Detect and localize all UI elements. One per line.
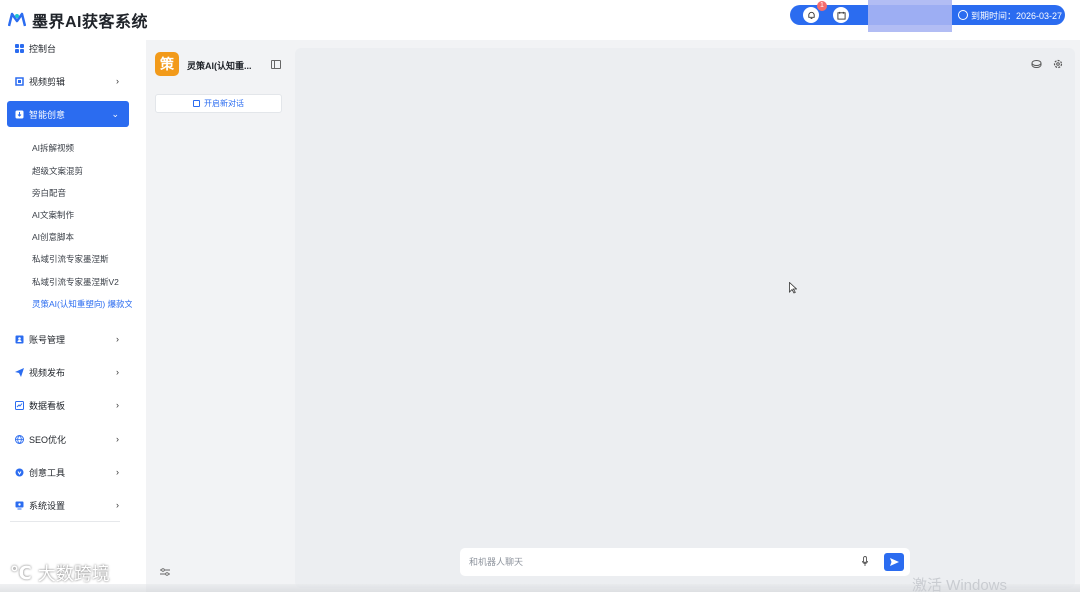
chat-input[interactable] — [469, 557, 849, 567]
bot-avatar: 策 — [155, 52, 179, 76]
calendar-icon — [836, 11, 846, 20]
new-chat-label: 开启新对话 — [204, 99, 244, 108]
sidebar-item-label: 系统设置 — [29, 500, 66, 511]
submenu-item[interactable]: 私域引流专家墨涅斯V2 — [32, 276, 132, 288]
submenu-item[interactable]: 私域引流专家墨涅斯 — [32, 253, 132, 265]
download-box-icon — [15, 110, 24, 119]
submenu-item[interactable]: AI拆解视频 — [32, 142, 132, 154]
grid-icon — [15, 43, 24, 53]
chevron-right-icon: › — [116, 467, 119, 477]
logo-icon — [8, 12, 26, 27]
notification-button[interactable] — [803, 7, 819, 23]
sidebar-item-data-board[interactable]: 数据看板 › — [7, 392, 129, 418]
watermark-text: 大数跨境 — [37, 564, 110, 584]
submenu-item[interactable]: 旁白配音 — [32, 187, 132, 199]
monitor-icon — [15, 501, 24, 510]
user-avatar-area[interactable] — [868, 0, 952, 32]
settings-sliders-icon[interactable] — [160, 568, 170, 579]
submenu-item[interactable]: AI创意脚本 — [32, 231, 132, 243]
chevron-right-icon: › — [116, 400, 119, 410]
sidebar-item-label: SEO优化 — [29, 434, 67, 445]
sidebar-item-creative-tools[interactable]: 创意工具 › — [7, 459, 129, 485]
windows-activation-text: 激活 Windows — [912, 577, 1008, 592]
shield-icon — [15, 468, 24, 477]
sidebar-item-video-edit[interactable]: 视频剪辑 › — [7, 68, 129, 94]
submenu-item[interactable]: AI文案制作 — [32, 209, 132, 221]
send-icon — [889, 558, 899, 566]
new-chat-button[interactable]: 开启新对话 — [155, 94, 282, 113]
chevron-right-icon: › — [116, 334, 119, 344]
bot-name: 灵策AI(认知重... — [187, 61, 252, 71]
sidebar-item-label: 数据看板 — [29, 400, 66, 411]
gear-icon[interactable] — [1053, 59, 1063, 69]
sidebar-item-label: 控制台 — [29, 43, 57, 54]
clock-icon — [958, 10, 968, 20]
expire-date: 到期时间：2026-03-27 — [958, 7, 1062, 23]
sidebar-item-label: 智能创意 — [29, 109, 66, 120]
disk-icon[interactable] — [1031, 59, 1042, 69]
microphone-icon[interactable] — [862, 556, 868, 567]
watermark: ℃ 大数跨境 — [10, 560, 110, 586]
chevron-right-icon: › — [116, 434, 119, 444]
chevron-down-icon: ⌄ — [111, 108, 119, 119]
sidebar-item-system-settings[interactable]: 系统设置 › — [7, 492, 129, 518]
submenu-item-current[interactable]: 灵策AI(认知重塑向) 爆款文 — [32, 298, 132, 310]
sidebar: 控制台 视频剪辑 › 智能创意 ⌄ AI拆解视频 超级文案混剪 旁白配音 AI文… — [0, 40, 146, 592]
globe-icon — [15, 434, 24, 444]
assistant-panel: 策 灵策AI(认知重... 开启新对话 — [146, 40, 294, 592]
chart-icon — [15, 400, 24, 410]
paper-plane-icon — [15, 367, 24, 377]
send-button[interactable] — [884, 553, 904, 571]
sidebar-item-accounts[interactable]: 账号管理 › — [7, 326, 129, 352]
chat-input-box — [460, 548, 910, 576]
app-title: 墨界AI获客系统 — [32, 14, 149, 31]
sidebar-item-label: 视频剪辑 — [29, 76, 66, 87]
sidebar-item-seo[interactable]: SEO优化 › — [7, 426, 129, 452]
logo: 墨界AI获客系统 — [8, 8, 148, 32]
bell-icon — [807, 11, 815, 19]
chevron-right-icon: › — [116, 500, 119, 510]
sidebar-item-dashboard[interactable]: 控制台 — [7, 35, 129, 61]
chat-area — [295, 48, 1075, 588]
sidebar-item-smart-creative[interactable]: 智能创意 ⌄ — [7, 101, 129, 127]
sidebar-divider — [10, 521, 120, 522]
watermark-logo-icon: ℃ — [10, 562, 32, 583]
sidebar-toggle-icon[interactable] — [271, 60, 281, 69]
crop-icon — [15, 76, 24, 86]
id-card-icon — [15, 335, 24, 344]
calendar-button[interactable] — [833, 7, 849, 23]
sidebar-item-label: 创意工具 — [29, 467, 66, 478]
sidebar-item-label: 视频发布 — [29, 367, 66, 378]
edit-icon — [193, 100, 200, 107]
notification-badge: 1 — [817, 1, 827, 11]
submenu-item[interactable]: 超级文案混剪 — [32, 165, 132, 177]
sidebar-item-label: 账号管理 — [29, 334, 66, 345]
chevron-right-icon: › — [116, 367, 119, 377]
mouse-cursor-icon — [789, 282, 797, 294]
expire-label: 到期时间：2026-03-27 — [971, 10, 1063, 21]
chevron-right-icon: › — [116, 76, 119, 86]
sidebar-item-video-publish[interactable]: 视频发布 › — [7, 359, 129, 385]
